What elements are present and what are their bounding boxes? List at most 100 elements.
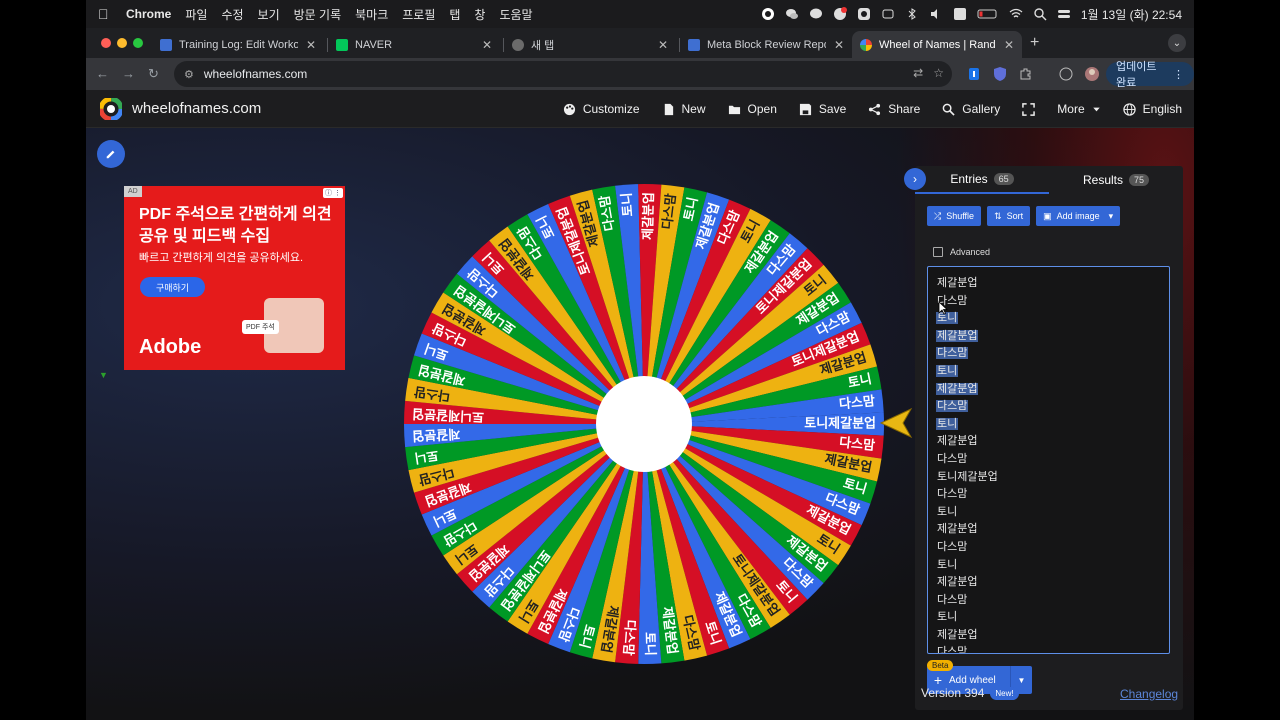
changelog-link[interactable]: Changelog bbox=[1120, 687, 1178, 701]
menu-bookmarks[interactable]: 북마크 bbox=[355, 6, 388, 23]
site-name[interactable]: wheelofnames.com bbox=[132, 100, 261, 117]
tab-naver[interactable]: NAVER ✕ bbox=[328, 31, 500, 58]
entry-line[interactable]: 다스맘 bbox=[936, 644, 1169, 653]
bookmark-star-icon[interactable]: ☆ bbox=[933, 66, 944, 80]
entry-line[interactable]: 토니제갈분업 bbox=[936, 469, 1169, 487]
edit-wheel-button[interactable] bbox=[97, 140, 125, 168]
save-button[interactable]: Save bbox=[799, 102, 846, 116]
translate-icon[interactable]: ⇄ bbox=[913, 66, 923, 80]
zoom-window-button[interactable] bbox=[133, 38, 143, 48]
menu-file[interactable]: 파일 bbox=[185, 6, 207, 23]
reload-button[interactable]: ↻ bbox=[148, 66, 159, 82]
new-button[interactable]: New bbox=[662, 102, 706, 116]
entries-textarea[interactable]: 제갈분업 다스맘 토니 제갈분업 다스맘 토니 제갈분업 다스맘 토니 제갈분업 다스맘 토니제갈분업… bbox=[927, 266, 1170, 654]
address-bar[interactable]: ⚙ wheelofnames.com ⇄ ☆ bbox=[174, 61, 952, 87]
profile-avatar[interactable] bbox=[1084, 66, 1100, 82]
settings-icon[interactable] bbox=[857, 7, 871, 21]
wheel-logo-icon[interactable] bbox=[100, 98, 122, 120]
menu-app-name[interactable]: Chrome bbox=[126, 7, 171, 21]
password-manager-icon[interactable] bbox=[966, 66, 982, 82]
ad-marker-icon[interactable]: ▼ bbox=[99, 370, 108, 380]
sync-icon[interactable] bbox=[1058, 66, 1074, 82]
collapse-sidebar-button[interactable]: › bbox=[904, 168, 926, 190]
gallery-button[interactable]: Gallery bbox=[942, 102, 1000, 116]
menu-history[interactable]: 방문 기록 bbox=[294, 6, 342, 23]
window-icon[interactable] bbox=[881, 7, 895, 21]
close-icon[interactable]: ✕ bbox=[1004, 38, 1014, 52]
shuffle-button[interactable]: ⤮ Shuffle bbox=[927, 206, 982, 226]
update-button[interactable]: 업데이트 완료 ⋮ bbox=[1106, 61, 1194, 89]
wechat-icon[interactable] bbox=[785, 7, 799, 21]
wifi-icon[interactable] bbox=[1009, 7, 1023, 21]
tab-wheel-of-names[interactable]: Wheel of Names | Random name ✕ bbox=[852, 31, 1022, 58]
close-icon[interactable]: ✕ bbox=[658, 38, 668, 52]
entry-line[interactable]: 다스맘 bbox=[936, 398, 1169, 416]
close-window-button[interactable] bbox=[101, 38, 111, 48]
record-icon[interactable] bbox=[761, 7, 775, 21]
entry-line[interactable]: 제갈분업 bbox=[936, 627, 1169, 645]
menu-help[interactable]: 도움말 bbox=[499, 6, 532, 23]
forward-button[interactable]: → bbox=[122, 66, 135, 81]
entry-line[interactable]: 다스맘 bbox=[936, 486, 1169, 504]
advertisement[interactable]: AD ⓘ ⋮ PDF 주석으로 간편하게 의견 공유 및 피드백 수집 빠르고 … bbox=[124, 186, 345, 370]
minimize-window-button[interactable] bbox=[117, 38, 127, 48]
entry-line[interactable]: 토니 bbox=[936, 416, 1169, 434]
entry-line[interactable]: 제갈분업 bbox=[936, 521, 1169, 539]
volume-icon[interactable] bbox=[929, 7, 943, 21]
entry-line[interactable]: 제갈분업 bbox=[936, 275, 1169, 293]
entry-line[interactable]: 제갈분업 bbox=[936, 574, 1169, 592]
shield-extension-icon[interactable] bbox=[992, 66, 1008, 82]
battery-icon[interactable] bbox=[977, 7, 999, 21]
entry-line[interactable]: 다스맘 bbox=[936, 293, 1169, 311]
wheel-center-hub[interactable] bbox=[596, 376, 692, 472]
site-info-icon[interactable]: ⚙ bbox=[184, 68, 194, 81]
tab-new-tab[interactable]: 새 탭 ✕ bbox=[504, 31, 676, 58]
more-menu-button[interactable]: More bbox=[1057, 102, 1100, 116]
entry-line[interactable]: 토니 bbox=[936, 310, 1169, 328]
spotlight-search-icon[interactable] bbox=[1033, 7, 1047, 21]
entry-line[interactable]: 다스맘 bbox=[936, 345, 1169, 363]
entry-line[interactable]: 토니 bbox=[936, 363, 1169, 381]
new-tab-button[interactable]: + bbox=[1030, 34, 1039, 52]
back-button[interactable]: ← bbox=[96, 66, 109, 81]
control-center-icon[interactable] bbox=[1057, 7, 1071, 21]
tab-meta-block-review[interactable]: Meta Block Review Report ✕ bbox=[680, 31, 852, 58]
bluetooth-icon[interactable] bbox=[905, 7, 919, 21]
tab-entries[interactable]: Entries 65 bbox=[915, 166, 1049, 194]
close-icon[interactable]: ✕ bbox=[834, 38, 844, 52]
menu-view[interactable]: 보기 bbox=[258, 6, 280, 23]
entry-line[interactable]: 제갈분업 bbox=[936, 381, 1169, 399]
menu-profiles[interactable]: 프로필 bbox=[402, 6, 435, 23]
language-button[interactable]: English bbox=[1122, 102, 1182, 116]
sort-button[interactable]: ⇅ Sort bbox=[987, 206, 1031, 226]
wheel-of-names[interactable]: 토니제갈분업다스맘제갈분업토니다스맘제갈분업토니제갈분업다스맘토니토니제갈분업다… bbox=[402, 182, 886, 666]
customize-button[interactable]: Customize bbox=[563, 102, 640, 116]
tab-results[interactable]: Results 75 bbox=[1049, 166, 1183, 194]
ad-cta-button[interactable]: 구매하기 bbox=[140, 277, 205, 297]
url-text[interactable]: wheelofnames.com bbox=[204, 67, 307, 81]
input-method-icon[interactable] bbox=[953, 7, 967, 21]
entry-line[interactable]: 제갈분업 bbox=[936, 328, 1169, 346]
entry-line[interactable]: 토니 bbox=[936, 504, 1169, 522]
entry-line[interactable]: 토니 bbox=[936, 609, 1169, 627]
advanced-checkbox[interactable]: Advanced bbox=[933, 247, 990, 257]
ad-choices-icon[interactable]: ⓘ ⋮ bbox=[323, 188, 343, 198]
close-icon[interactable]: ✕ bbox=[306, 38, 316, 52]
tab-search-button[interactable]: ⌄ bbox=[1168, 34, 1186, 52]
apple-icon[interactable]:  bbox=[98, 6, 120, 22]
entry-line[interactable]: 다스맘 bbox=[936, 592, 1169, 610]
add-image-button[interactable]: ▣ Add image ▾ bbox=[1036, 206, 1121, 226]
close-icon[interactable]: ✕ bbox=[482, 38, 492, 52]
menubar-clock[interactable]: 1월 13일 (화) 22:54 bbox=[1081, 6, 1182, 23]
menu-window[interactable]: 창 bbox=[474, 6, 485, 23]
entry-line[interactable]: 제갈분업 bbox=[936, 433, 1169, 451]
chat-icon[interactable] bbox=[809, 7, 823, 21]
notification-icon[interactable] bbox=[833, 7, 847, 21]
menu-tab[interactable]: 탭 bbox=[449, 6, 460, 23]
share-button[interactable]: Share bbox=[868, 102, 920, 116]
menu-edit[interactable]: 수정 bbox=[221, 6, 243, 23]
checkbox-box[interactable] bbox=[933, 247, 943, 257]
tab-training-log[interactable]: Training Log: Edit Workout ✕ bbox=[152, 31, 324, 58]
entry-line[interactable]: 다스맘 bbox=[936, 539, 1169, 557]
open-button[interactable]: Open bbox=[728, 102, 777, 116]
